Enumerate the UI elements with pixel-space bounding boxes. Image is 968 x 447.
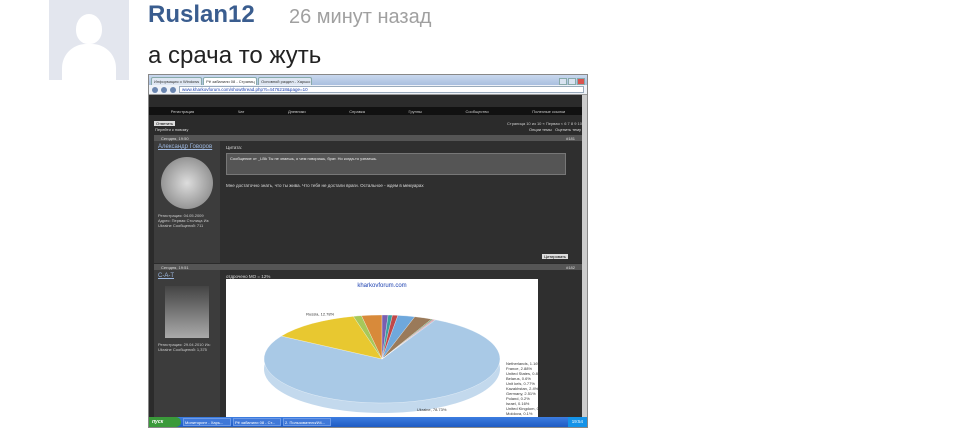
post-message: Мне достаточно знать, что ты жива. Что т… — [226, 183, 424, 188]
post-number: #182 — [566, 264, 575, 270]
reply-button: Ответить — [154, 120, 176, 126]
back-icon — [152, 86, 158, 93]
url-field: www.kharkovforum.com/showthread.php?t=44… — [179, 86, 584, 93]
taskbar: пуск Мониторинг - Харь... Рё забанили 08… — [149, 417, 587, 427]
post-number: #181 — [566, 135, 575, 141]
start-button: пуск — [149, 417, 181, 427]
forum-nav-item: Регистрация — [170, 108, 195, 114]
post-author-panel: C-A-T Регистрация: 29.04.2010 Из: Ukrain… — [154, 270, 220, 420]
avatar-head — [76, 14, 102, 44]
browser-tab: Информация о Windows — [151, 77, 203, 85]
back-link: Перейти к новому — [155, 127, 189, 132]
chart-title: kharkovforum.com — [357, 283, 407, 289]
post-body: Цитата: Сообщение от _LBk Ты не знаешь, … — [220, 141, 582, 263]
forum-nav: Регистрация Чат Дневники Справка Группы … — [149, 107, 587, 115]
pie-chart: kharkovforum.com Ukraine, 78.73% Russia, … — [226, 279, 548, 420]
forum-post: Александр Говоров Регистрация: 04.05.200… — [154, 141, 582, 263]
forum-nav-item: Дневники — [287, 108, 306, 114]
thread-tools: Опции темы — [529, 127, 552, 132]
forum-nav-item: Чат — [237, 108, 245, 114]
author-avatar — [161, 157, 213, 209]
pager-row: Ответить Страница 10 из 10 « Первая < 6 … — [149, 119, 587, 127]
browser-tab-active: Рё забанили 08 - Страниц — [203, 77, 258, 85]
forum-nav-item: Справка — [349, 108, 365, 114]
post-timestamp[interactable]: 26 минут назад — [289, 5, 431, 29]
thread-tools-row: Перейти к новому Опции темы Оценить тему — [149, 127, 587, 134]
quote-post-button: Цитировать — [542, 254, 568, 259]
post-author: Александр Говоров — [158, 144, 213, 150]
avatar-body — [62, 44, 116, 80]
post-author-panel: Александр Говоров Регистрация: 04.05.200… — [154, 141, 220, 263]
post-date: Сегодня, 19:50 — [161, 135, 189, 141]
forum-nav-item: Группы — [408, 108, 422, 114]
forum-nav-item: Полезные ссылки — [532, 108, 566, 114]
pie-slice-label: Russia, 12.78% — [306, 311, 334, 316]
taskbar-clock: 19:54 — [567, 417, 587, 427]
pie-slice-label: Moldova, 0.1% — [506, 411, 533, 416]
taskbar-item: Мониторинг - Харь... — [183, 418, 231, 426]
username-link[interactable]: Ruslan12 — [148, 1, 255, 29]
pie-chart-svg: Ukraine, 78.73%Russia, 12.78%Netherlands… — [263, 311, 548, 416]
rate-thread: Оценить тему — [555, 127, 581, 132]
post-author: C-A-T — [158, 273, 174, 279]
author-info: Регистрация: 29.04.2010 Из: Ukraine Сооб… — [158, 342, 211, 352]
pie-slice-label: Ukraine, 78.73% — [417, 407, 447, 412]
author-avatar — [165, 286, 209, 338]
forum-nav-item: Сообщество — [465, 108, 489, 114]
browser-tab: Основной раздел - Харько — [258, 77, 313, 85]
post-date: Сегодня, 19:51 — [161, 264, 189, 270]
quote-box: Сообщение от _LBk Ты не знаешь, о чем го… — [226, 153, 566, 175]
post-body: отдрочено МО = 12% kharkovforum.com Ukra… — [220, 270, 582, 420]
taskbar-item: Рё забанили 08 - Ст... — [233, 418, 281, 426]
comment-text: а срача то жуть — [148, 42, 322, 69]
minimize-icon — [559, 78, 567, 85]
page-nav: Страница 10 из 10 « Первая < 6 7 8 9 10 — [506, 120, 582, 126]
taskbar-item: 2. Пользователи/И4... — [283, 418, 331, 426]
attached-screenshot[interactable]: Информация о Windows Рё забанили 08 - Ст… — [148, 74, 588, 428]
quote-label: Цитата: — [226, 145, 243, 150]
reload-icon — [170, 86, 176, 93]
forward-icon — [161, 86, 167, 93]
address-bar: www.kharkovforum.com/showthread.php?t=44… — [149, 85, 587, 95]
comment-post: Ruslan12 26 минут назад а срача то жуть … — [0, 0, 968, 447]
close-icon — [577, 78, 585, 85]
maximize-icon — [568, 78, 576, 85]
window-controls — [559, 78, 587, 85]
browser-tabbar: Информация о Windows Рё забанили 08 - Ст… — [149, 75, 587, 85]
scrollbar — [582, 95, 587, 419]
avatar[interactable] — [49, 0, 129, 80]
forum-post: C-A-T Регистрация: 29.04.2010 Из: Ukrain… — [154, 270, 582, 420]
author-info: Регистрация: 04.05.2009 Адрес: Первая Ст… — [158, 213, 210, 228]
